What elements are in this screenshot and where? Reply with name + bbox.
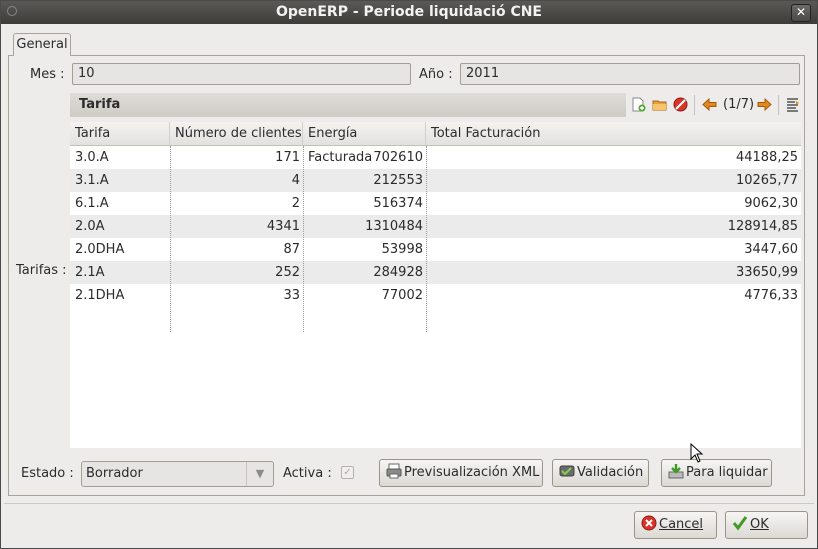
mes-label: Mes : xyxy=(30,67,65,82)
ano-field[interactable]: 2011 xyxy=(460,63,800,85)
tarifa-toolbar: (1/7) xyxy=(628,93,803,117)
table-cell: 2.1A xyxy=(75,265,105,280)
table-cell: 1310484 xyxy=(365,219,423,234)
table-cell: 3447,60 xyxy=(744,242,798,257)
table-cell: 33 xyxy=(283,288,300,303)
table-cell: 3.0.A xyxy=(75,150,109,165)
close-window-button[interactable]: ✕ xyxy=(791,4,811,22)
dialog-separator xyxy=(4,503,814,504)
window-title: OpenERP - Periode liquidació CNE xyxy=(275,4,542,20)
table-cell: 284928 xyxy=(373,265,423,280)
pager-text: (1/7) xyxy=(723,97,755,112)
table-cell: 4776,33 xyxy=(744,288,798,303)
table-row[interactable]: 2.0A 4341 1310484 128914,85 xyxy=(70,215,801,238)
print-preview-icon xyxy=(386,463,402,479)
chevron-down-icon[interactable]: ▼ xyxy=(246,462,273,486)
cancel-icon xyxy=(641,515,657,531)
table-cell: 87 xyxy=(283,242,300,257)
column-divider xyxy=(426,146,427,332)
to-settle-button[interactable]: Para liquidar xyxy=(661,459,772,487)
table-row[interactable]: 6.1.A 2 516374 9062,30 xyxy=(70,192,801,215)
toolbar-separator xyxy=(778,95,779,115)
table-row[interactable]: 2.1A 252 284928 33650,99 xyxy=(70,261,801,284)
delete-record-icon[interactable] xyxy=(673,97,688,112)
to-settle-label: Para liquidar xyxy=(686,465,768,480)
table-header: Tarifa Número de clientes Energía Factur… xyxy=(70,122,801,165)
title-bar: OpenERP - Periode liquidació CNE ✕ xyxy=(1,1,817,24)
tarifas-label: Tarifas : xyxy=(16,263,67,278)
column-header-total-facturacion[interactable]: Total Facturación xyxy=(426,122,801,146)
table-cell: 4 xyxy=(291,173,300,188)
table-cell: 2.0DHA xyxy=(75,242,125,257)
estado-label: Estado : xyxy=(21,466,74,481)
mouse-cursor-icon xyxy=(690,443,704,463)
dialog-window: OpenERP - Periode liquidació CNE ✕ Gener… xyxy=(0,0,818,549)
table-cell: 516374 xyxy=(373,196,423,211)
next-record-icon[interactable] xyxy=(757,97,772,112)
table-cell: 252 xyxy=(275,265,300,280)
activa-checkbox[interactable]: ✓ xyxy=(341,466,354,479)
table-row[interactable]: 2.1DHA 33 77002 4776,33 xyxy=(70,284,801,307)
table-cell: 4341 xyxy=(266,219,300,234)
column-header-numero-clientes[interactable]: Número de clientes xyxy=(170,122,303,146)
new-record-icon[interactable] xyxy=(631,97,646,112)
toolbar-separator xyxy=(694,95,695,115)
switch-view-icon[interactable] xyxy=(785,97,800,112)
estado-value: Borrador xyxy=(86,466,143,481)
table-cell: 212553 xyxy=(373,173,423,188)
table-cell: 128914,85 xyxy=(727,219,798,234)
column-header-tarifa[interactable]: Tarifa xyxy=(70,122,170,146)
validate-icon xyxy=(559,465,575,477)
download-icon xyxy=(668,464,684,479)
preview-xml-label: Previsualización XML xyxy=(404,465,540,480)
table-cell: 53998 xyxy=(381,242,423,257)
table-cell: 171 xyxy=(275,150,300,165)
mes-field[interactable]: 10 xyxy=(72,63,411,85)
column-divider xyxy=(170,146,171,332)
table-row[interactable]: 3.1.A 4 212553 10265,77 xyxy=(70,169,801,192)
table-cell: 702610 xyxy=(373,150,423,165)
table-cell: 10265,77 xyxy=(735,173,798,188)
activa-label: Activa : xyxy=(283,466,332,481)
ok-label: OK xyxy=(750,517,769,532)
column-header-energia-facturada[interactable]: Energía Facturada xyxy=(303,122,426,165)
table-row[interactable]: 2.0DHA 87 53998 3447,60 xyxy=(70,238,801,261)
estado-select[interactable]: Borrador ▼ xyxy=(81,461,274,487)
table-cell: 9062,30 xyxy=(744,196,798,211)
cancel-label: Cancel xyxy=(659,517,704,532)
column-divider xyxy=(303,146,304,332)
table-cell: 2 xyxy=(291,196,300,211)
tarifa-panel-title: Tarifa xyxy=(70,93,626,117)
validate-label: Validación xyxy=(577,465,644,480)
ok-button[interactable]: OK xyxy=(725,511,808,539)
previous-record-icon[interactable] xyxy=(702,97,717,112)
ano-label: Año : xyxy=(419,67,453,82)
cancel-button[interactable]: Cancel xyxy=(634,511,717,539)
table-cell: 2.1DHA xyxy=(75,288,125,303)
validate-button[interactable]: Validación xyxy=(552,459,649,487)
table-cell: 6.1.A xyxy=(75,196,109,211)
preview-xml-button[interactable]: Previsualización XML xyxy=(379,459,543,487)
table-cell: 77002 xyxy=(381,288,423,303)
table-row[interactable]: 3.0.A 171 702610 44188,25 xyxy=(70,146,801,169)
tab-general[interactable]: General xyxy=(13,33,71,56)
table-cell: 3.1.A xyxy=(75,173,109,188)
table-cell: 33650,99 xyxy=(735,265,798,280)
table-cell: 2.0A xyxy=(75,219,105,234)
ok-check-icon xyxy=(732,516,748,531)
open-folder-icon[interactable] xyxy=(652,97,667,112)
window-menu-icon[interactable] xyxy=(7,6,17,16)
table-cell: 44188,25 xyxy=(735,150,798,165)
tarifa-table: Tarifa Número de clientes Energía Factur… xyxy=(70,122,801,448)
